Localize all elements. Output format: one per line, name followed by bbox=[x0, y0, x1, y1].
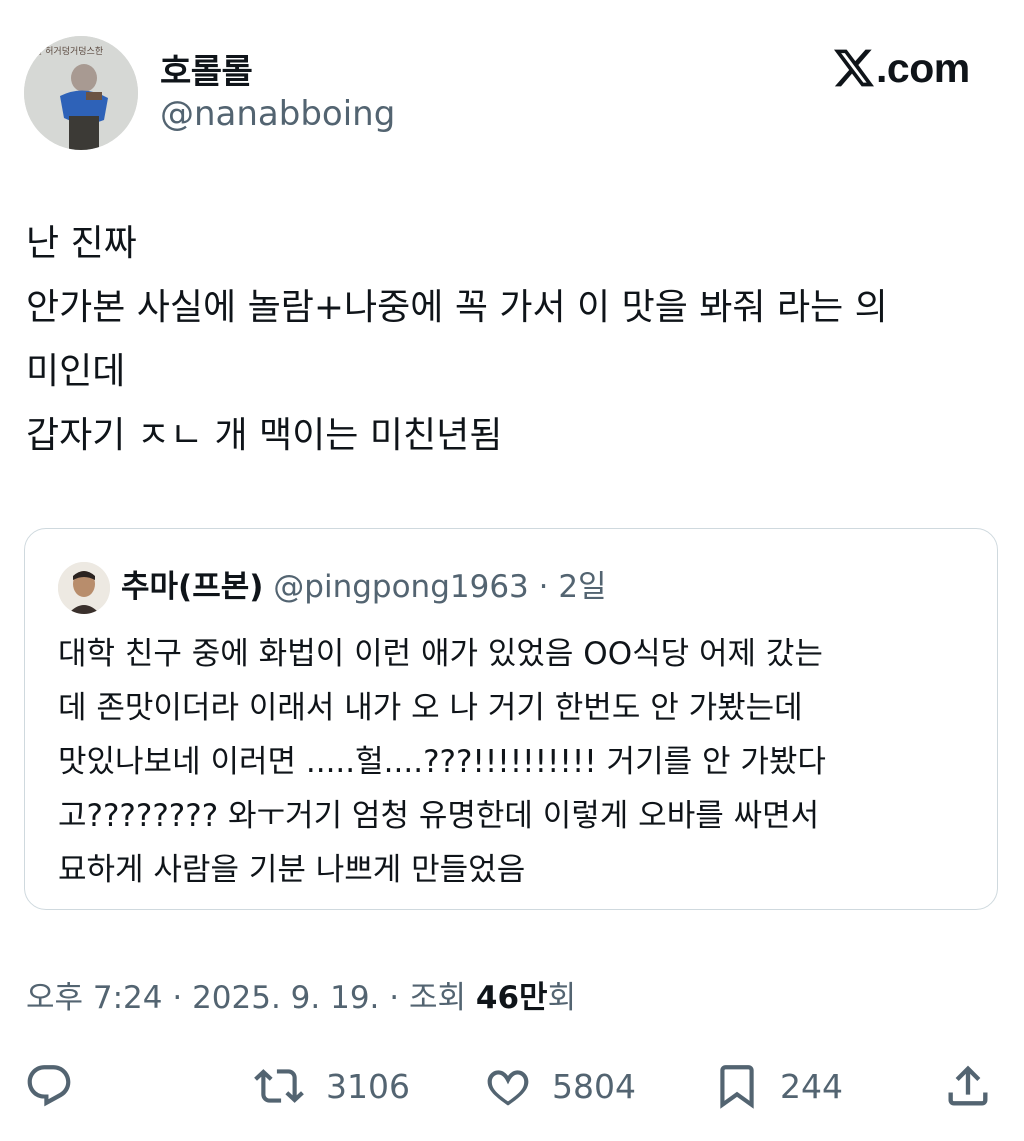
views-unit: 회 bbox=[547, 980, 577, 1016]
quote-text: 대학 친구 중에 화법이 이런 애가 있었음 OO식당 어제 갔는 데 존맛이더… bbox=[58, 627, 978, 897]
quote-separator: · bbox=[528, 569, 559, 605]
heart-icon bbox=[487, 1070, 529, 1106]
quote-author-handle[interactable]: @pingpong1963 bbox=[273, 569, 528, 605]
tweet-meta: 오후 7:24 · 2025. 9. 19. · 조회 46만회 bbox=[26, 972, 576, 1017]
author-avatar[interactable]: 를 허거덩거덩스한 bbox=[24, 36, 138, 150]
quote-line: 묘하게 사람을 기분 나쁘게 만들었음 bbox=[58, 852, 526, 888]
author-handle[interactable]: @nanabboing bbox=[160, 94, 395, 134]
quote-tweet-card[interactable]: 추마(프본) @pingpong1963 · 2일 대학 친구 중에 화법이 이… bbox=[24, 528, 998, 910]
meta-separator: · bbox=[379, 980, 409, 1016]
tweet-line: 안가본 사실에 놀람+나중에 꼭 가서 이 맛을 봐줘 라는 의 bbox=[26, 287, 888, 328]
bookmark-button[interactable]: 244 bbox=[712, 1056, 843, 1116]
x-logo-icon bbox=[834, 49, 874, 87]
bookmark-count: 244 bbox=[780, 1066, 843, 1106]
action-bar: 3106 5804 244 bbox=[0, 1056, 1024, 1116]
quote-author-name[interactable]: 추마(프본) bbox=[121, 569, 263, 605]
retweet-button[interactable]: 3106 bbox=[250, 1056, 410, 1116]
retweet-icon bbox=[254, 1069, 304, 1103]
share-button[interactable] bbox=[942, 1056, 994, 1116]
meta-separator: · bbox=[162, 980, 193, 1016]
quote-line: 맛있나보네 이러면 .....헐....???!!!!!!!!!! 거기를 안 … bbox=[58, 744, 826, 780]
quote-time[interactable]: 2일 bbox=[558, 569, 606, 605]
tweet-text: 난 진짜 안가본 사실에 놀람+나중에 꼭 가서 이 맛을 봐줘 라는 의 미인… bbox=[26, 212, 1006, 468]
retweet-count: 3106 bbox=[326, 1066, 410, 1106]
views-count: 46만 bbox=[475, 980, 548, 1016]
reply-button[interactable] bbox=[24, 1056, 74, 1116]
like-count: 5804 bbox=[552, 1066, 636, 1106]
avatar-image: 를 허거덩거덩스한 bbox=[24, 36, 138, 150]
views-label: 조회 bbox=[408, 980, 476, 1016]
tweet-time[interactable]: 오후 7:24 bbox=[26, 980, 163, 1016]
x-brand[interactable]: .com bbox=[834, 44, 970, 91]
x-logo-text: .com bbox=[876, 44, 970, 91]
svg-text:를 허거덩거덩스한: 를 허거덩거덩스한 bbox=[34, 46, 103, 57]
reply-icon bbox=[27, 1065, 71, 1107]
quote-author-avatar[interactable] bbox=[58, 562, 110, 614]
tweet-line: 난 진짜 bbox=[26, 223, 137, 264]
bookmark-icon bbox=[720, 1065, 754, 1109]
share-icon bbox=[948, 1065, 988, 1106]
tweet-line: 미인데 bbox=[26, 351, 126, 392]
quote-header: 추마(프본) @pingpong1963 · 2일 bbox=[121, 565, 607, 609]
author-name[interactable]: 호롤롤 bbox=[160, 44, 253, 93]
quote-line: 대학 친구 중에 화법이 이런 애가 있었음 OO식당 어제 갔는 bbox=[58, 636, 823, 672]
tweet-date[interactable]: 2025. 9. 19. bbox=[192, 980, 379, 1016]
quote-line: 고???????? 와ㅜ거기 엄청 유명한데 이렇게 오바를 싸면서 bbox=[58, 798, 820, 834]
like-button[interactable]: 5804 bbox=[482, 1056, 636, 1116]
quote-avatar-image bbox=[58, 562, 110, 614]
quote-line: 데 존맛이더라 이래서 내가 오 나 거기 한번도 안 가봤는데 bbox=[58, 690, 803, 726]
tweet-line: 갑자기 ㅈㄴ 개 맥이는 미친년됨 bbox=[26, 415, 503, 456]
